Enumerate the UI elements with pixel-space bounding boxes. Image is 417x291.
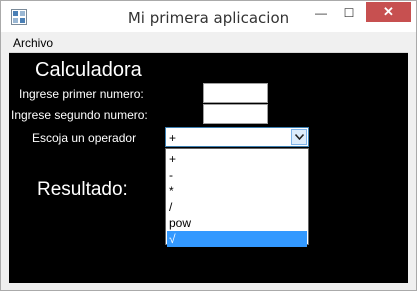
maximize-button[interactable]: ☐ — [335, 2, 363, 24]
dropdown-option-multiply[interactable]: * — [167, 183, 307, 199]
dropdown-option-plus[interactable]: + — [167, 151, 307, 167]
calculator-heading: Calculadora — [35, 59, 142, 81]
menu-archivo[interactable]: Archivo — [13, 36, 53, 50]
minimize-icon: — — [315, 6, 327, 20]
dropdown-option-pow[interactable]: pow — [167, 215, 307, 231]
close-button[interactable]: ✕ — [366, 2, 411, 22]
operator-label: Escoja un operador — [32, 131, 137, 145]
dropdown-option-divide[interactable]: / — [167, 199, 307, 215]
dropdown-option-sqrt[interactable]: √ — [167, 231, 307, 247]
dropdown-option-minus[interactable]: - — [167, 167, 307, 183]
second-number-input[interactable] — [203, 104, 268, 124]
second-number-label: Ingrese segundo numero: — [11, 108, 148, 122]
close-icon: ✕ — [383, 4, 394, 19]
operator-select-value: + — [169, 131, 177, 145]
maximize-icon: ☐ — [343, 6, 355, 20]
title-bar[interactable]: Mi primera aplicacion — ☐ ✕ — [1, 1, 416, 32]
menu-bar: Archivo — [9, 32, 408, 53]
result-label: Resultado: — [37, 179, 128, 200]
operator-select[interactable]: + — [165, 127, 309, 147]
app-window: Mi primera aplicacion — ☐ ✕ Archivo Calc… — [0, 0, 417, 291]
chevron-down-icon[interactable] — [291, 129, 307, 145]
operator-dropdown-list: + - * / pow √ — [165, 148, 309, 247]
first-number-label: Ingrese primer numero: — [19, 87, 144, 101]
calculator-panel: Calculadora Ingrese primer numero: Ingre… — [9, 53, 408, 283]
first-number-input[interactable] — [203, 83, 268, 103]
minimize-button[interactable]: — — [307, 2, 335, 24]
